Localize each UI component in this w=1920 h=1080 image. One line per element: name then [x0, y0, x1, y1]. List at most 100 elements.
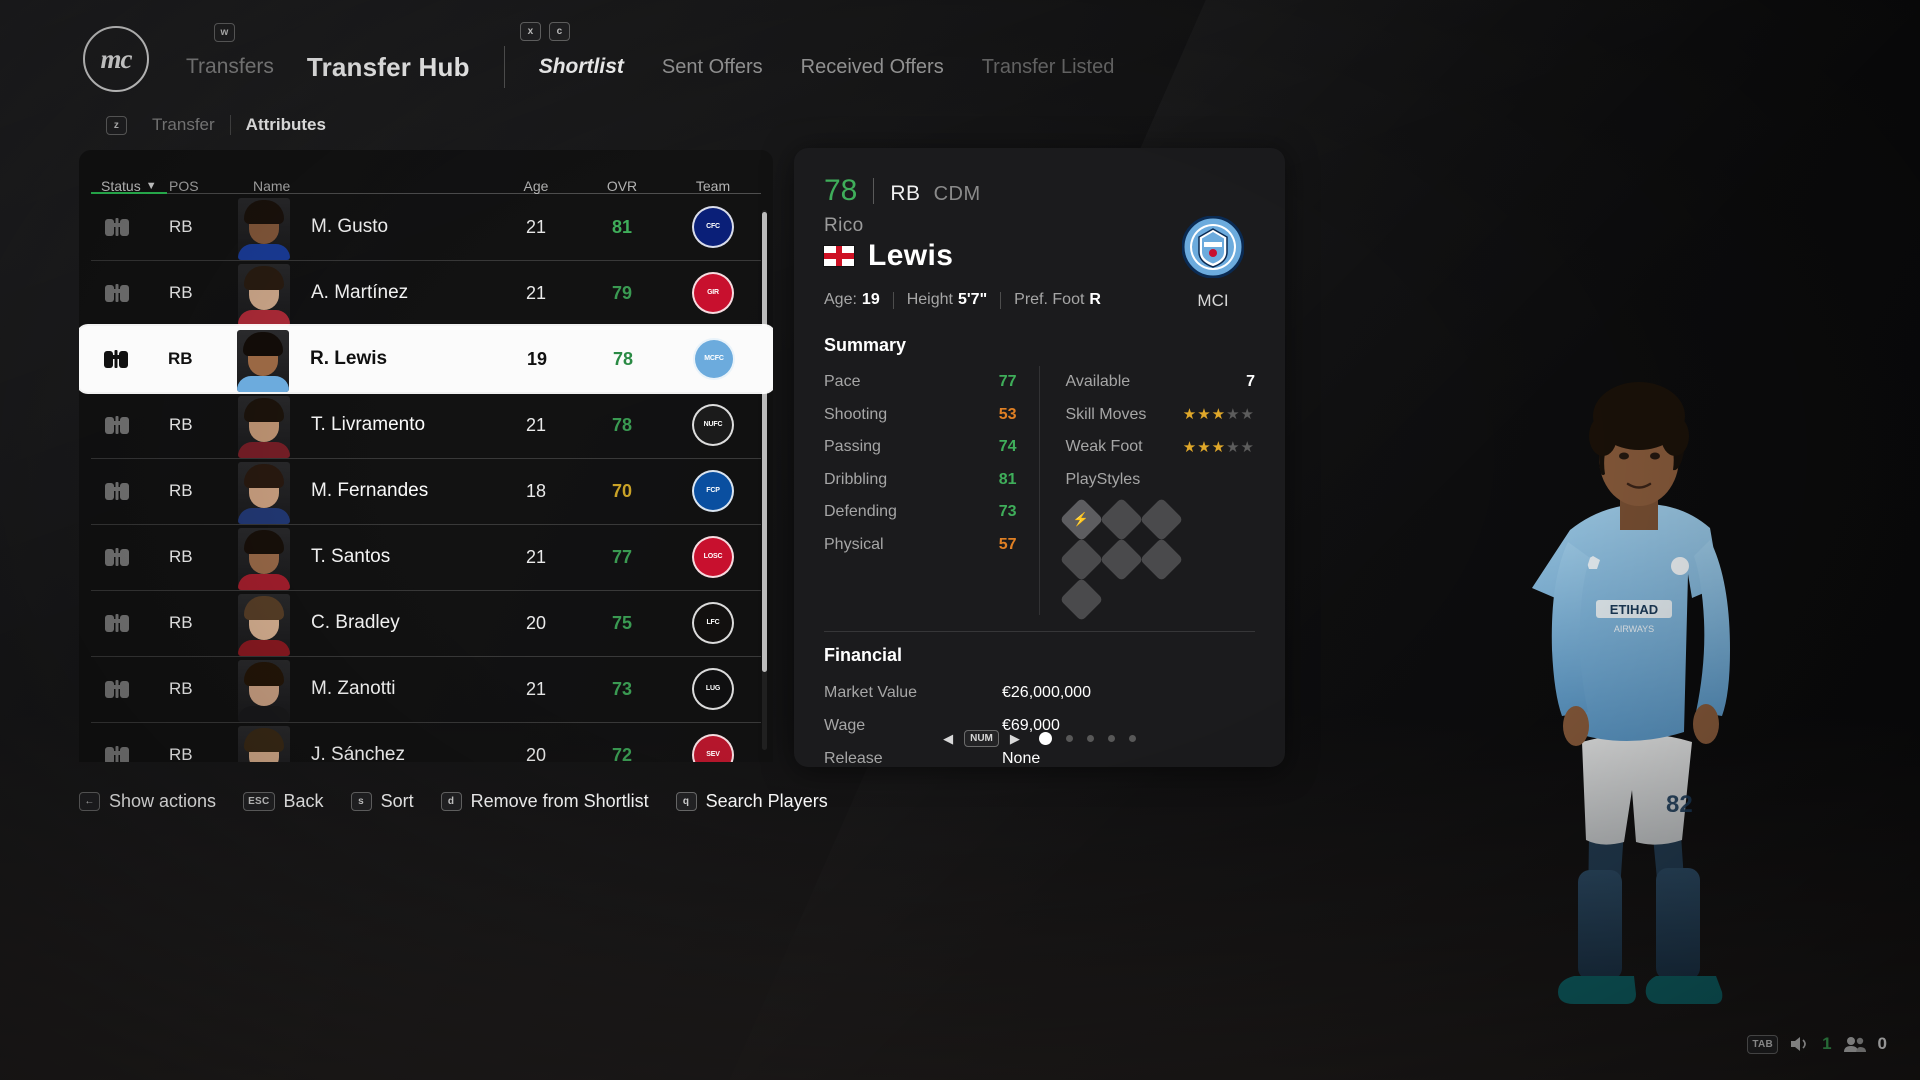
action-item[interactable]: ← Show actions [79, 791, 216, 812]
pager-right-arrow-icon[interactable]: ▶ [1010, 731, 1020, 747]
tab-sent-offers[interactable]: Sent Offers [662, 56, 763, 79]
attribute-label: Dribbling [824, 470, 888, 488]
row-status[interactable] [91, 678, 169, 700]
row-player-name: J. Sánchez [311, 744, 405, 762]
row-status[interactable] [91, 612, 169, 634]
weak-foot-stars: ★★★★★ [1182, 438, 1255, 456]
tab-received-offers[interactable]: Received Offers [801, 56, 944, 79]
shortlist-table: Status ▼ POS Name Age OVR Team RB M. Gus… [79, 150, 773, 762]
table-row[interactable]: RB C. Bradley 20 75 LFC [79, 590, 773, 656]
column-header-age[interactable]: Age [493, 178, 579, 194]
table-row[interactable]: RB M. Gusto 21 81 CFC [79, 194, 773, 260]
row-status[interactable] [91, 216, 169, 238]
row-status[interactable] [91, 414, 169, 436]
row-player-name: A. Martínez [311, 282, 409, 303]
row-position: RB [169, 679, 193, 698]
row-ovr: 78 [611, 414, 633, 435]
rating-divider [873, 178, 875, 204]
action-label: Back [283, 791, 324, 811]
pager-dot[interactable] [1065, 735, 1073, 742]
club-badge-text: mc [100, 43, 133, 74]
row-player-face [231, 524, 297, 590]
column-header-name[interactable]: Name [231, 178, 493, 194]
tab-transfer-listed[interactable]: Transfer Listed [982, 56, 1115, 79]
key-chip-z: z [106, 116, 127, 135]
hud-key-chip: TAB [1747, 1034, 1779, 1054]
binoculars-icon [105, 548, 129, 566]
row-status[interactable] [91, 546, 169, 568]
attribute-value: 53 [998, 405, 1017, 423]
row-player-face [231, 722, 297, 762]
row-status[interactable] [90, 348, 168, 370]
hud-people-value: 0 [1877, 1034, 1887, 1053]
breadcrumb[interactable]: Transfers [186, 55, 274, 79]
row-position: RB [169, 481, 193, 500]
row-age: 20 [525, 744, 547, 763]
manchester-city-crest-icon [1181, 215, 1245, 279]
action-item[interactable]: d Remove from Shortlist [440, 791, 649, 812]
row-age: 20 [525, 612, 547, 633]
table-row[interactable]: RB J. Sánchez 20 72 SEV [79, 722, 773, 762]
column-header-ovr[interactable]: OVR [579, 178, 665, 194]
tab-shortlist[interactable]: Shortlist [539, 55, 624, 79]
table-row[interactable]: RB T. Santos 21 77 LOSC [79, 524, 773, 590]
table-row[interactable]: RB M. Fernandes 18 70 FCP [79, 458, 773, 524]
row-team-crest: MCFC [666, 338, 762, 380]
binoculars-icon [105, 284, 129, 302]
row-player-name: R. Lewis [310, 348, 388, 369]
table-row-selected[interactable]: RB R. Lewis 19 78 MCFC [79, 326, 773, 392]
player-club-block: MCI [1181, 215, 1245, 311]
row-ovr: 72 [611, 744, 633, 763]
row-position: RB [169, 613, 193, 632]
binoculars-icon [105, 416, 129, 434]
row-team-crest: FCP [665, 470, 761, 512]
column-header-pos[interactable]: POS [169, 178, 231, 194]
row-team-crest: NUFC [665, 404, 761, 446]
player-rating-row: 78 RB CDM [824, 174, 1255, 208]
row-position: RB [169, 415, 193, 434]
column-header-team[interactable]: Team [665, 178, 761, 194]
action-item[interactable]: ESC Back [243, 791, 324, 812]
row-status[interactable] [91, 744, 169, 762]
row-team-crest: LFC [665, 602, 761, 644]
row-age: 21 [525, 546, 547, 567]
pager-left-arrow-icon[interactable]: ◀ [943, 731, 953, 747]
subtabs-key-hint: z [106, 115, 127, 135]
row-position: RB [169, 283, 193, 302]
row-status[interactable] [91, 480, 169, 502]
pager-dot[interactable] [1128, 735, 1136, 742]
action-key-chip: d [440, 792, 462, 811]
row-player-face [230, 326, 296, 392]
pager-dot[interactable] [1086, 735, 1094, 742]
row-player-face [231, 458, 297, 524]
attribute-row: Defending 73 [824, 496, 1017, 529]
subtab-transfer[interactable]: Transfer [152, 115, 215, 135]
table-row[interactable]: RB M. Zanotti 21 73 LUG [79, 656, 773, 722]
action-label: Show actions [109, 791, 217, 811]
player-last-name: Lewis [868, 239, 954, 272]
pager-dot[interactable] [1038, 732, 1052, 745]
action-item[interactable]: q Search Players [675, 791, 828, 812]
table-header-row: Status ▼ POS Name Age OVR Team [79, 150, 773, 194]
table-row[interactable]: RB T. Livramento 21 78 NUFC [79, 392, 773, 458]
attribute-value: 57 [998, 535, 1017, 553]
row-player-face [231, 392, 297, 458]
action-key-chip: q [675, 792, 697, 811]
row-ovr: 75 [611, 612, 633, 633]
attribute-row: Pace 77 [824, 366, 1017, 399]
age-label: Age: [824, 291, 857, 308]
row-ovr: 77 [611, 546, 633, 567]
row-status[interactable] [91, 282, 169, 304]
subtab-attributes[interactable]: Attributes [246, 115, 326, 135]
row-player-name: T. Santos [311, 546, 391, 567]
action-item[interactable]: s Sort [350, 791, 414, 812]
table-row[interactable]: RB A. Martínez 21 79 GIR [79, 260, 773, 326]
tab-bar: Shortlist Sent Offers Received Offers Tr… [539, 55, 1115, 79]
subtab-divider [229, 115, 231, 135]
binoculars-icon [105, 680, 129, 698]
playstyle-badge [1099, 537, 1143, 582]
key-chip-c: c [549, 22, 570, 41]
pager-dot[interactable] [1107, 735, 1115, 742]
list-scrollbar-thumb[interactable] [762, 212, 767, 672]
panel-pager: ◀ NUM ▶ [794, 730, 1285, 747]
